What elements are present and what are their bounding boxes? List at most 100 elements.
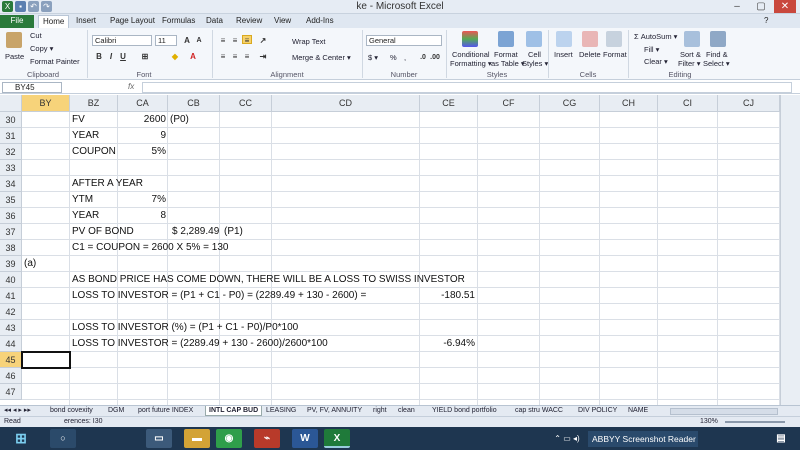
tray-icons[interactable]: ⌃ ▭ ◂) [548,429,586,448]
row-header[interactable]: 42 [0,304,22,320]
tab-review[interactable]: Review [232,15,266,28]
column-header[interactable]: CA [118,95,168,112]
cell-ce44[interactable]: -6.94% [420,336,475,352]
cell-ca31[interactable]: 9 [118,128,166,144]
sheet-tab[interactable]: clean [398,406,415,416]
conditional-formatting-icon[interactable] [462,31,478,47]
cell-styles-button[interactable]: Cell [528,50,541,59]
format-table-button[interactable]: Format [494,50,518,59]
merge-center-button[interactable]: Merge & Center ▾ [292,53,351,62]
paste-icon[interactable] [6,32,22,48]
cell-ca32[interactable]: 5% [118,144,166,160]
sort-filter-sub[interactable]: Filter ▾ [678,59,701,68]
row-header[interactable]: 37 [0,224,22,240]
close-button[interactable]: ✕ [774,0,796,13]
sheet-tab[interactable]: cap stru WACC [515,406,563,416]
vertical-scrollbar[interactable] [780,95,800,405]
align-right-icon[interactable]: ≡ [242,52,252,61]
align-middle-icon[interactable]: ≡ [230,36,240,45]
cell-by39[interactable]: (a) [24,256,36,272]
cell-styles-sub[interactable]: Styles ▾ [522,59,548,68]
clear-button[interactable]: Clear ▾ [644,57,668,66]
cell-ca36[interactable]: 8 [118,208,166,224]
align-center-icon[interactable]: ≡ [230,52,240,61]
row-header[interactable]: 41 [0,288,22,304]
cell-bz32[interactable]: COUPON [72,144,116,160]
minimize-button[interactable]: – [726,0,748,13]
sheet-tab[interactable]: DGM [108,406,124,416]
sheet-tab[interactable]: PV, FV, ANNUITY [307,406,362,416]
number-format-combo[interactable]: General [366,35,442,46]
insert-cells-button[interactable]: Insert [554,50,573,59]
row-header[interactable]: 32 [0,144,22,160]
paste-button[interactable]: Paste [5,52,24,61]
fill-color-icon[interactable]: ◆ [170,52,180,61]
column-header[interactable]: CD [272,95,420,112]
column-header[interactable]: CI [658,95,718,112]
cell-ce41[interactable]: -180.51 [420,288,475,304]
cell-bz31[interactable]: YEAR [72,128,99,144]
tab-insert[interactable]: Insert [72,15,100,28]
row-header[interactable]: 38 [0,240,22,256]
cell-cb37[interactable]: $ 2,289.49 [172,224,219,240]
notifications-icon[interactable]: ▤ [770,429,792,448]
file-explorer-icon[interactable]: ▬ [184,429,210,448]
cell-ca35[interactable]: 7% [118,192,166,208]
search-box[interactable]: ○ [50,429,76,448]
comma-button[interactable]: , [404,53,406,62]
format-cells-icon[interactable] [606,31,622,47]
task-view-icon[interactable]: ▭ [146,429,172,448]
cell-bz36[interactable]: YEAR [72,208,99,224]
row-header[interactable]: 33 [0,160,22,176]
sheet-tab[interactable]: NAME [628,406,648,416]
orientation-icon[interactable]: ↗ [258,36,268,45]
cell-bz30[interactable]: FV [72,112,85,128]
start-button-icon[interactable]: ⊞ [6,429,36,448]
cell-bz35[interactable]: YTM [72,192,93,208]
font-size-combo[interactable]: 11 [155,35,177,46]
sheet-tab[interactable]: YIELD bond portfolio [432,406,497,416]
sheet-tab[interactable]: bond covexity [50,406,93,416]
cell-bz34[interactable]: AFTER A YEAR [72,176,143,192]
underline-button[interactable]: U [118,52,128,61]
tab-data[interactable]: Data [202,15,227,28]
zoom-slider[interactable] [725,421,785,423]
maximize-button[interactable]: ▢ [750,0,772,13]
row-header[interactable]: 47 [0,384,22,400]
name-box[interactable]: BY45 [2,82,62,93]
row-header[interactable]: 34 [0,176,22,192]
pdf-app-icon[interactable]: ⌁ [254,429,280,448]
row-header[interactable]: 35 [0,192,22,208]
currency-button[interactable]: $ ▾ [368,53,378,62]
abbyy-notification[interactable]: ABBYY Screenshot Reader [588,431,698,447]
align-left-icon[interactable]: ≡ [218,52,228,61]
column-header[interactable]: CB [168,95,220,112]
row-header[interactable]: 39 [0,256,22,272]
find-select-sub[interactable]: Select ▾ [703,59,730,68]
font-name-combo[interactable]: Calibri [92,35,152,46]
italic-button[interactable]: I [106,52,116,61]
cut-button[interactable]: Cut [30,31,42,40]
tab-file[interactable]: File [0,15,34,28]
select-all-corner[interactable] [0,95,22,112]
cell-bz44[interactable]: LOSS TO INVESTOR = (2289.49 + 130 - 2600… [72,336,328,352]
format-painter-button[interactable]: Format Painter [30,57,80,66]
sheet-tab[interactable]: LEASING [266,406,296,416]
insert-cells-icon[interactable] [556,31,572,47]
row-header[interactable]: 31 [0,128,22,144]
bold-button[interactable]: B [94,52,104,61]
cell-bz38[interactable]: C1 = COUPON = 2600 X 5% = 130 [72,240,228,256]
find-select-button[interactable]: Find & [706,50,728,59]
shrink-font-icon[interactable]: A [194,36,204,45]
format-cells-button[interactable]: Format [603,50,627,59]
cell-bz40[interactable]: AS BOND PRICE HAS COME DOWN, THERE WILL … [72,272,465,288]
copy-button[interactable]: Copy ▾ [30,44,53,53]
sheet-tab-active[interactable]: INTL CAP BUD [205,406,263,416]
format-table-icon[interactable] [498,31,514,47]
font-color-icon[interactable]: A [188,52,198,61]
cell-cb30[interactable]: (P0) [170,112,189,128]
increase-decimal-icon[interactable]: .0 [418,53,428,62]
column-header[interactable]: BY [22,95,70,112]
delete-cells-button[interactable]: Delete [579,50,601,59]
sheet-tab[interactable]: port future INDEX [138,406,193,416]
